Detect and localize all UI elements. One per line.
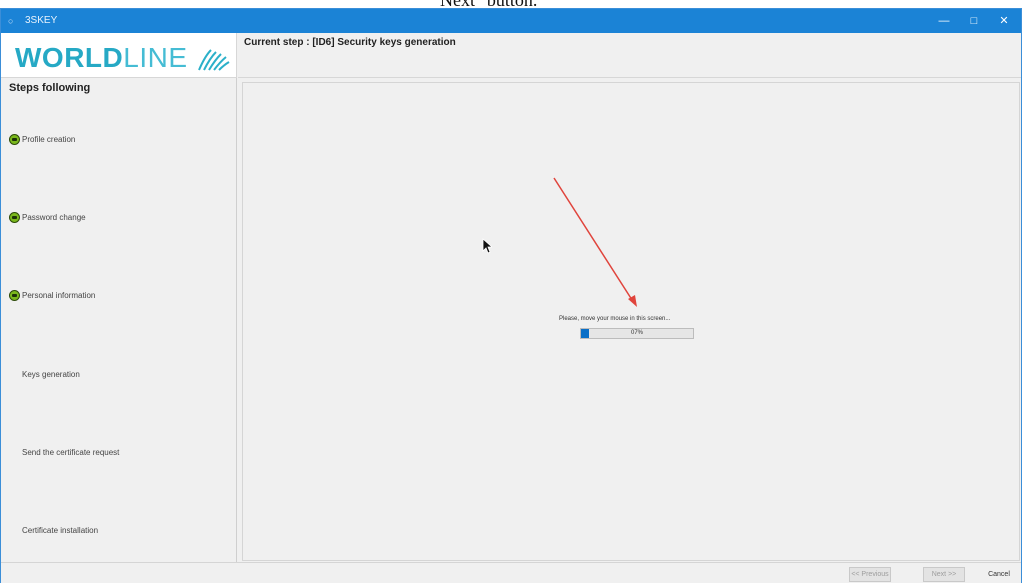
bottom-bar: << Previous Next >> Cancel [1,562,1021,583]
step-label: Keys generation [22,369,80,379]
step-send-certificate-request: Send the certificate request [9,444,119,460]
minimize-button[interactable]: — [929,9,959,33]
steps-sidebar: Steps following Profile creation Passwor… [1,78,237,562]
check-circle-icon [9,211,20,223]
next-button[interactable]: Next >> [923,567,965,582]
title-bar: ○ 3SKEY — □ ✕ [1,9,1021,33]
current-step-label: Current step : [ID6] Security keys gener… [244,37,456,48]
sidebar-title: Steps following [9,82,91,94]
mouse-pointer-icon [482,238,492,254]
cancel-button[interactable]: Cancel [979,567,1019,582]
check-circle-icon [9,133,20,145]
worldline-logo: WORLDLINE [15,42,188,74]
logo-bold-text: WORLD [15,42,124,73]
previous-button[interactable]: << Previous [849,567,891,582]
progress-percent: 07% [630,330,643,336]
step-label: Send the certificate request [22,447,120,457]
main-content[interactable]: Please, move your mouse in this screen..… [242,82,1020,561]
annotation-arrow-icon [553,177,637,307]
step-profile-creation: Profile creation [9,131,75,147]
cropped-caption: Next" button. [0,0,1022,8]
entropy-progress-bar: 07% [580,328,694,339]
step-label: Profile creation [22,134,76,144]
header: Current step : [ID6] Security keys gener… [238,33,1021,78]
step-label: Certificate installation [22,525,99,535]
window-title: 3SKEY [25,15,58,26]
app-window: ○ 3SKEY — □ ✕ WORLDLINE Current step : [… [0,8,1022,583]
logo-light-text: LINE [123,42,188,73]
close-button[interactable]: ✕ [989,9,1019,33]
caption-text: Next" button. [440,0,537,8]
logo-panel: WORLDLINE [1,33,237,78]
app-icon: ○ [8,16,14,26]
step-label: Password change [22,212,86,222]
step-certificate-installation: Certificate installation [9,522,98,538]
move-mouse-message: Please, move your mouse in this screen..… [559,316,671,322]
step-personal-information: Personal information [9,287,95,303]
step-label: Personal information [22,290,96,300]
check-circle-icon [9,289,20,301]
maximize-button[interactable]: □ [959,9,989,33]
step-keys-generation: Keys generation [9,366,80,382]
step-password-change: Password change [9,209,86,225]
logo-waves-icon [198,49,230,71]
